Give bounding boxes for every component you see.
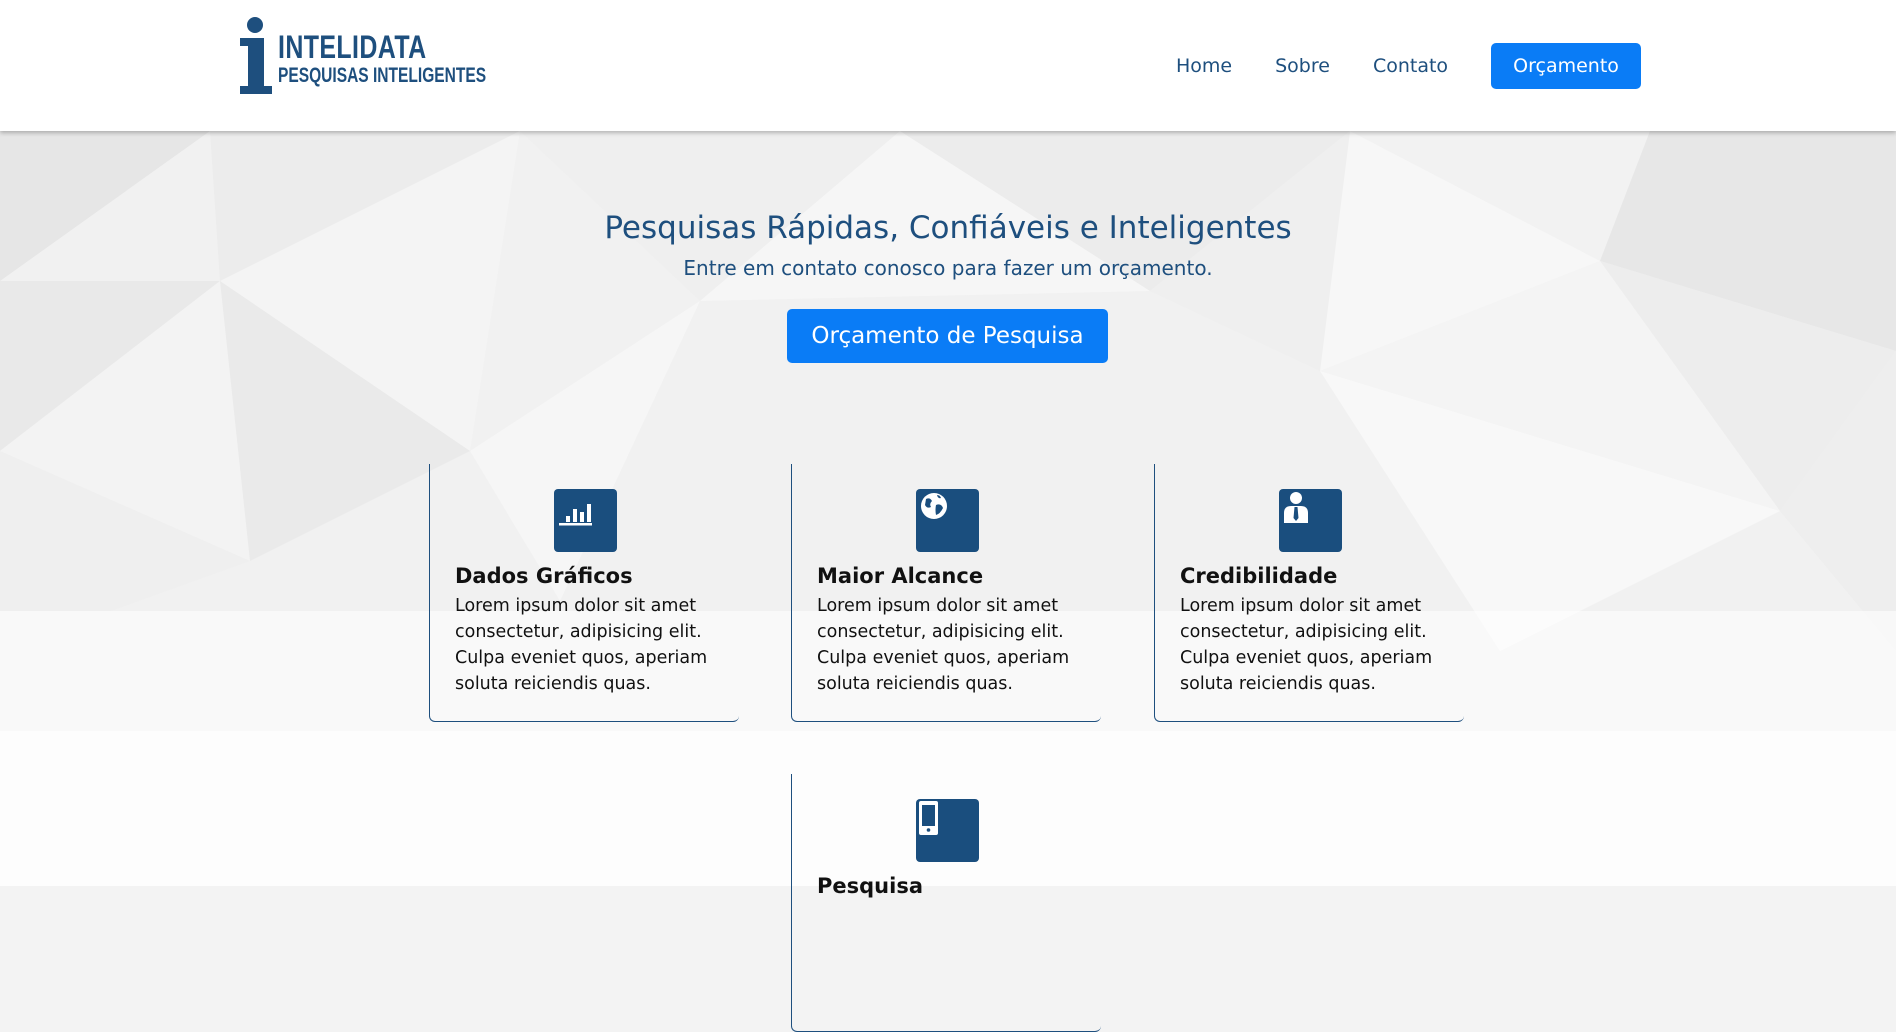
card-title: Pesquisa bbox=[817, 874, 923, 898]
orcamento-pesquisa-button[interactable]: Orçamento de Pesquisa bbox=[787, 309, 1108, 363]
bar-chart-icon bbox=[554, 489, 617, 552]
hero-title: Pesquisas Rápidas, Confiáveis e Intelige… bbox=[604, 210, 1292, 246]
card-text: Lorem ipsum dolor sit amet consectetur, … bbox=[1180, 596, 1433, 694]
logo-subtitle: PESQUISAS INTELIGENTES bbox=[278, 64, 487, 87]
feature-card-dados-graficos: Dados Gráficos Lorem ipsum dolor sit ame… bbox=[429, 464, 739, 722]
logo-title: INTELIDATA bbox=[278, 29, 427, 65]
nav-sobre-link[interactable]: Sobre bbox=[1275, 55, 1330, 77]
info-i-logo-icon bbox=[240, 17, 272, 94]
card-title: Dados Gráficos bbox=[455, 564, 633, 588]
card-title: Credibilidade bbox=[1180, 564, 1338, 588]
mobile-phone-icon bbox=[916, 799, 979, 862]
card-title: Maior Alcance bbox=[817, 564, 984, 588]
site-header: INTELIDATA PESQUISAS INTELIGENTES Home S… bbox=[0, 0, 1896, 131]
businessman-icon bbox=[1279, 489, 1342, 552]
feature-card-maior-alcance: Maior Alcance Lorem ipsum dolor sit amet… bbox=[791, 464, 1101, 722]
nav-orcamento-button[interactable]: Orçamento bbox=[1491, 43, 1642, 89]
nav-contato-link[interactable]: Contato bbox=[1373, 55, 1448, 77]
hero-subtitle: Entre em contato conosco para fazer um o… bbox=[683, 256, 1213, 280]
card-text: Lorem ipsum dolor sit amet consectetur, … bbox=[817, 596, 1070, 694]
feature-card-pesquisa: Pesquisa bbox=[791, 774, 1101, 1032]
nav-home-link[interactable]: Home bbox=[1176, 55, 1232, 77]
card-text: Lorem ipsum dolor sit amet consectetur, … bbox=[455, 596, 708, 694]
main-nav: Home Sobre Contato Orçamento bbox=[1176, 43, 1642, 89]
logo[interactable]: INTELIDATA PESQUISAS INTELIGENTES bbox=[236, 16, 486, 96]
feature-card-credibilidade: Credibilidade Lorem ipsum dolor sit amet… bbox=[1154, 464, 1464, 722]
globe-icon bbox=[916, 489, 979, 552]
